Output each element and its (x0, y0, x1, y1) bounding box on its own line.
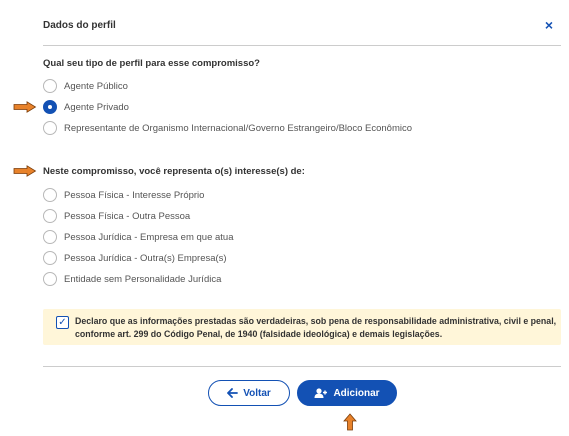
option-label: Pessoa Jurídica - Empresa em que atua (64, 231, 234, 243)
declaration-box: ✓ Declaro que as informações prestadas s… (43, 309, 561, 345)
orange-arrow-icon (13, 165, 37, 177)
radio-button[interactable] (43, 79, 57, 93)
arrow-left-icon (227, 388, 239, 398)
close-icon[interactable]: × (545, 17, 553, 33)
footer-divider (43, 366, 561, 367)
profile-type-question: Qual seu tipo de perfil para esse compro… (43, 58, 260, 69)
radio-button[interactable] (43, 251, 57, 265)
orange-arrow-icon (13, 101, 37, 113)
radio-pj-empresa-atua[interactable]: Pessoa Jurídica - Empresa em que atua (43, 229, 234, 245)
profile-modal: Dados do perfil × Qual seu tipo de perfi… (0, 0, 569, 436)
radio-entidade-sem-personalidade[interactable]: Entidade sem Personalidade Jurídica (43, 271, 221, 287)
add-button-label: Adicionar (333, 387, 380, 399)
add-button[interactable]: Adicionar (297, 380, 397, 406)
radio-button[interactable] (43, 272, 57, 286)
radio-button[interactable] (43, 230, 57, 244)
radio-representante-organismo[interactable]: Representante de Organismo Internacional… (43, 120, 412, 136)
radio-button[interactable] (43, 209, 57, 223)
option-label: Entidade sem Personalidade Jurídica (64, 273, 222, 285)
back-button[interactable]: Voltar (208, 380, 290, 406)
radio-pf-interesse-proprio[interactable]: Pessoa Física - Interesse Próprio (43, 187, 204, 203)
option-label: Representante de Organismo Internacional… (64, 122, 412, 134)
user-plus-icon (314, 388, 328, 398)
option-label: Pessoa Física - Outra Pessoa (64, 210, 191, 222)
orange-arrow-icon (343, 413, 357, 431)
option-label: Agente Público (64, 80, 128, 92)
radio-agente-privado[interactable]: Agente Privado (43, 99, 129, 115)
radio-agente-publico[interactable]: Agente Público (43, 78, 128, 94)
option-label: Pessoa Física - Interesse Próprio (64, 189, 205, 201)
modal-title: Dados do perfil (43, 20, 116, 31)
radio-button[interactable] (43, 121, 57, 135)
modal-header: Dados do perfil × (43, 17, 563, 38)
option-label: Pessoa Jurídica - Outra(s) Empresa(s) (64, 252, 227, 264)
radio-button-selected[interactable] (43, 100, 57, 114)
back-button-label: Voltar (243, 387, 271, 399)
declaration-checkbox[interactable]: ✓ (56, 316, 69, 329)
radio-pj-outras-empresas[interactable]: Pessoa Jurídica - Outra(s) Empresa(s) (43, 250, 227, 266)
interest-question: Neste compromisso, você representa o(s) … (43, 166, 305, 177)
option-label: Agente Privado (64, 101, 129, 113)
declaration-text: Declaro que as informações prestadas são… (75, 316, 557, 339)
radio-button[interactable] (43, 188, 57, 202)
header-divider (43, 45, 561, 46)
radio-pf-outra-pessoa[interactable]: Pessoa Física - Outra Pessoa (43, 208, 190, 224)
